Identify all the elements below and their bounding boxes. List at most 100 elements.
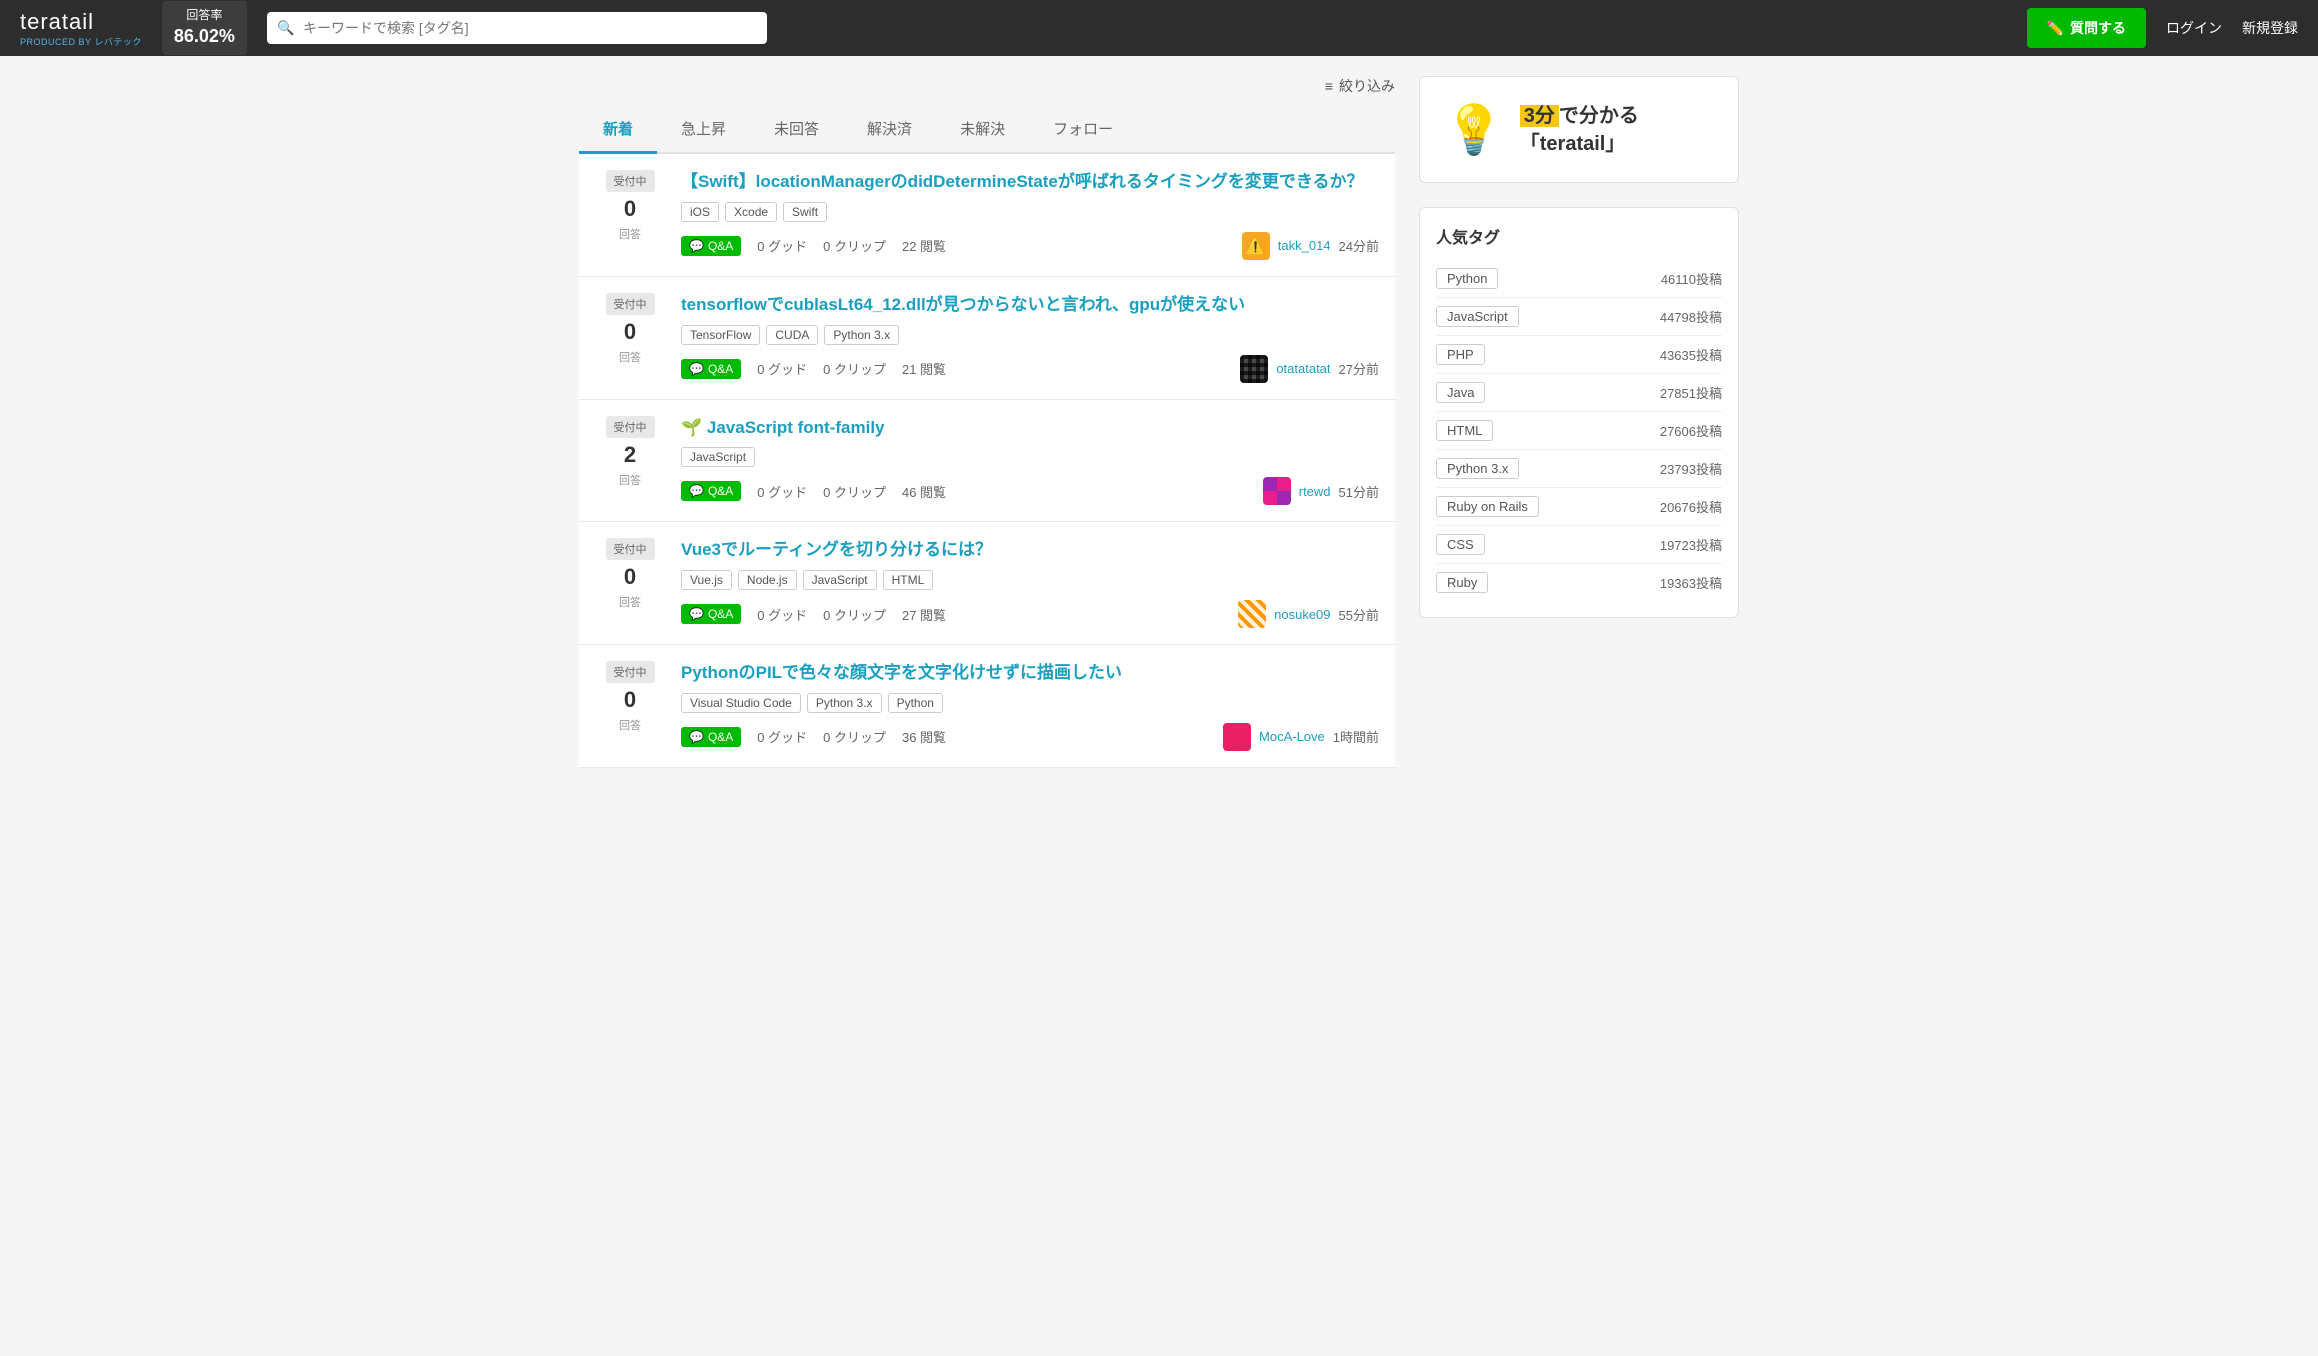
qna-badge: 💬 Q&A	[681, 481, 741, 501]
tag-php[interactable]: PHP	[1436, 344, 1485, 365]
promo-box: 💡 3分で分かる 「teratail」	[1419, 76, 1739, 183]
list-item: Ruby on Rails 20676投稿	[1436, 488, 1722, 526]
avatar: ⚠️	[1242, 232, 1270, 260]
tag-javascript2[interactable]: JavaScript	[803, 570, 877, 590]
tag-ruby[interactable]: Ruby	[1436, 572, 1488, 593]
tag-ror[interactable]: Ruby on Rails	[1436, 496, 1539, 517]
post-time: 24分前	[1339, 236, 1379, 255]
q-main-1: tensorflowでcublasLt64_12.dllが見つからないと言われ、…	[681, 293, 1379, 383]
username[interactable]: MocA-Love	[1259, 729, 1325, 744]
login-link[interactable]: ログイン	[2166, 18, 2222, 38]
question-title[interactable]: tensorflowでcublasLt64_12.dllが見つからないと言われ、…	[681, 293, 1379, 317]
bulb-icon: 💡	[1444, 101, 1504, 158]
answer-count: 0	[624, 196, 636, 222]
q-meta: 💬 Q&A 0 グッド 0 クリップ 36 閲覧 MocA-Love 1時間前	[681, 723, 1379, 751]
tag-tensorflow[interactable]: TensorFlow	[681, 325, 760, 345]
company: レバテック	[94, 37, 142, 47]
q-meta: 💬 Q&A 0 グッド 0 クリップ 46 閲覧 rtewd 51分前	[681, 477, 1379, 505]
question-title[interactable]: 【Swift】locationManagerのdidDetermineState…	[681, 170, 1379, 194]
answer-label: 回答	[619, 472, 641, 488]
tag-python3x2[interactable]: Python 3.x	[807, 693, 882, 713]
tab-follow[interactable]: フォロー	[1029, 106, 1137, 154]
tag-cuda[interactable]: CUDA	[766, 325, 818, 345]
q-main-0: 【Swift】locationManagerのdidDetermineState…	[681, 170, 1379, 260]
question-title[interactable]: 🌱 JavaScript font-family	[681, 416, 1379, 440]
table-row: 受付中 0 回答 Vue3でルーティングを切り分けるには？ Vue.js Nod…	[579, 522, 1395, 645]
search-icon: 🔍	[277, 20, 294, 37]
question-title[interactable]: Vue3でルーティングを切り分けるには？	[681, 538, 1379, 562]
tag-html[interactable]: HTML	[883, 570, 934, 590]
username[interactable]: otatatatat	[1276, 361, 1330, 376]
view-count: 46 閲覧	[902, 482, 946, 501]
promo-highlight: 3分で分かる	[1520, 105, 1639, 127]
promo-name: 「teratail」	[1520, 133, 1626, 155]
tag-css[interactable]: CSS	[1436, 534, 1485, 555]
sidebar: 💡 3分で分かる 「teratail」 人気タグ Python 46110投稿 …	[1419, 76, 1739, 768]
status-badge: 受付中	[606, 538, 655, 560]
filter-button[interactable]: ≡ 絞り込み	[1325, 76, 1395, 96]
username[interactable]: takk_014	[1278, 238, 1331, 253]
question-title[interactable]: PythonのPILで色々な顔文字を文字化けせずに描画したい	[681, 661, 1379, 685]
stat-label: 回答率	[174, 7, 235, 24]
post-time: 1時間前	[1333, 727, 1379, 746]
tag-vscode[interactable]: Visual Studio Code	[681, 693, 801, 713]
q-tags: iOS Xcode Swift	[681, 202, 1379, 222]
q-left-4: 受付中 0 回答	[595, 661, 665, 733]
list-item: Java 27851投稿	[1436, 374, 1722, 412]
q-main-2: 🌱 JavaScript font-family JavaScript 💬 Q&…	[681, 416, 1379, 506]
tag-count: 19723投稿	[1660, 535, 1722, 554]
answer-label: 回答	[619, 717, 641, 733]
answer-label: 回答	[619, 594, 641, 610]
tag-vuejs[interactable]: Vue.js	[681, 570, 732, 590]
tag-javascript[interactable]: JavaScript	[1436, 306, 1519, 327]
tag-html[interactable]: HTML	[1436, 420, 1493, 441]
tab-unresolved[interactable]: 未解決	[936, 106, 1029, 154]
tag-count: 43635投稿	[1660, 345, 1722, 364]
qna-badge: 💬 Q&A	[681, 236, 741, 256]
tag-python[interactable]: Python	[1436, 268, 1498, 289]
list-item: Ruby 19363投稿	[1436, 564, 1722, 601]
stat-value: 86.02%	[174, 24, 235, 49]
promo-text: 3分で分かる 「teratail」	[1520, 102, 1639, 158]
tab-new[interactable]: 新着	[579, 106, 657, 154]
avatar	[1263, 477, 1291, 505]
ask-button[interactable]: ✏️ 質問する	[2027, 8, 2146, 48]
tab-resolved[interactable]: 解決済	[843, 106, 936, 154]
tab-unanswered[interactable]: 未回答	[750, 106, 843, 154]
clip-count: 0 クリップ	[823, 236, 886, 255]
tag-python3x[interactable]: Python 3.x	[824, 325, 899, 345]
qna-badge: 💬 Q&A	[681, 727, 741, 747]
tag-swift[interactable]: Swift	[783, 202, 827, 222]
tag-python3x[interactable]: Python 3.x	[1436, 458, 1519, 479]
username[interactable]: nosuke09	[1274, 607, 1330, 622]
username[interactable]: rtewd	[1299, 484, 1331, 499]
q-tags: JavaScript	[681, 447, 1379, 467]
q-left-2: 受付中 2 回答	[595, 416, 665, 488]
status-badge: 受付中	[606, 170, 655, 192]
tag-python[interactable]: Python	[888, 693, 943, 713]
tag-javascript[interactable]: JavaScript	[681, 447, 755, 467]
tabs: 新着 急上昇 未回答 解決済 未解決 フォロー	[579, 106, 1395, 154]
answer-count: 0	[624, 319, 636, 345]
tag-xcode[interactable]: Xcode	[725, 202, 777, 222]
good-count: 0 グッド	[757, 605, 807, 624]
q-main-3: Vue3でルーティングを切り分けるには？ Vue.js Node.js Java…	[681, 538, 1379, 628]
tag-java[interactable]: Java	[1436, 382, 1485, 403]
produced-by: PRODUCED BY	[20, 37, 91, 47]
popular-tags-title: 人気タグ	[1436, 224, 1722, 248]
search-input[interactable]	[267, 12, 767, 44]
table-row: 受付中 0 回答 tensorflowでcublasLt64_12.dllが見つ…	[579, 277, 1395, 400]
popular-tags: 人気タグ Python 46110投稿 JavaScript 44798投稿 P…	[1419, 207, 1739, 618]
tag-count: 20676投稿	[1660, 497, 1722, 516]
q-main-4: PythonのPILで色々な顔文字を文字化けせずに描画したい Visual St…	[681, 661, 1379, 751]
tab-trending[interactable]: 急上昇	[657, 106, 750, 154]
good-count: 0 グッド	[757, 236, 807, 255]
answer-count: 2	[624, 442, 636, 468]
post-time: 55分前	[1339, 605, 1379, 624]
tag-ios[interactable]: iOS	[681, 202, 719, 222]
q-tags: Visual Studio Code Python 3.x Python	[681, 693, 1379, 713]
tag-count: 27606投稿	[1660, 421, 1722, 440]
register-link[interactable]: 新規登録	[2242, 18, 2298, 38]
tag-nodejs[interactable]: Node.js	[738, 570, 797, 590]
tag-count: 44798投稿	[1660, 307, 1722, 326]
